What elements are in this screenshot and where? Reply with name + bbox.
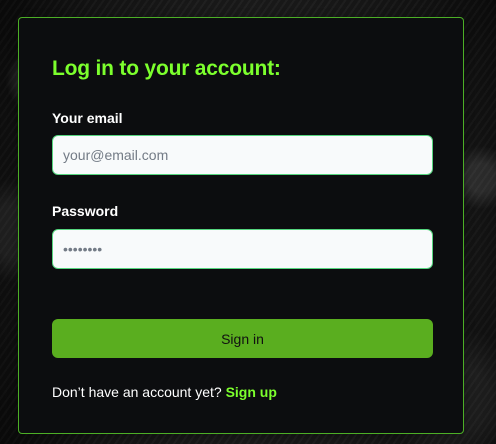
signup-prompt: Don’t have an account yet? Sign up [52, 384, 277, 400]
page-title: Log in to your account: [52, 57, 281, 80]
email-label: Your email [52, 110, 123, 126]
sign-in-button[interactable]: Sign in [52, 319, 433, 358]
email-field[interactable] [52, 135, 433, 175]
password-label: Password [52, 203, 119, 219]
password-field[interactable] [52, 229, 433, 269]
sign-up-link[interactable]: Sign up [226, 384, 277, 400]
login-card: Log in to your account: Your email Passw… [18, 17, 464, 434]
signup-prompt-text: Don’t have an account yet? [52, 384, 222, 400]
